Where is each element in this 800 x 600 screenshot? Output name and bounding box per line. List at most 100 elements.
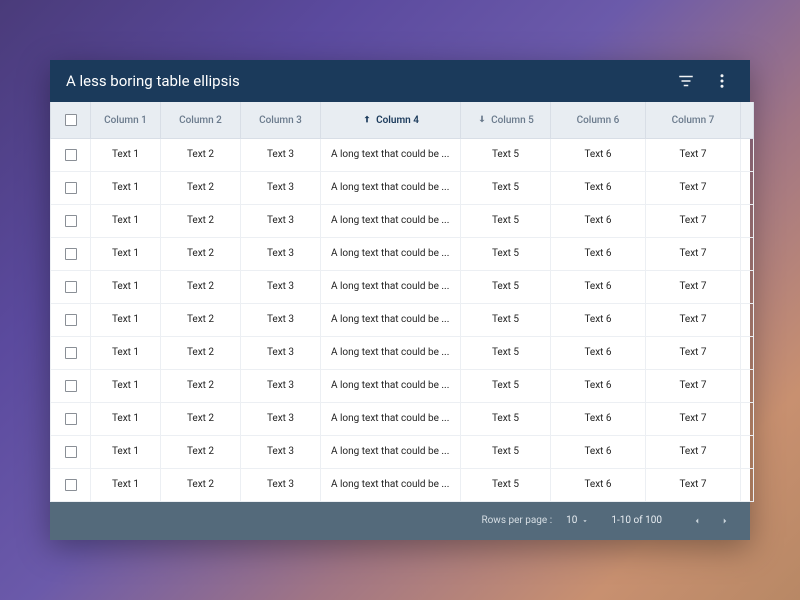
arrow-down-icon [477,114,487,127]
table-cell: Text 7 [646,171,741,204]
row-spacer [741,270,754,303]
table-row[interactable]: Text 1Text 2Text 3A long text that could… [51,171,754,204]
table-cell: Text 3 [241,468,321,501]
column-header-7[interactable]: Column 7 [646,102,741,138]
column-header-3[interactable]: Column 3 [241,102,321,138]
table-cell: Text 2 [161,138,241,171]
column-header-2[interactable]: Column 2 [161,102,241,138]
table-row[interactable]: Text 1Text 2Text 3A long text that could… [51,369,754,402]
row-checkbox-cell [51,336,91,369]
table-row[interactable]: Text 1Text 2Text 3A long text that could… [51,435,754,468]
table-row[interactable]: Text 1Text 2Text 3A long text that could… [51,468,754,501]
table-cell: Text 1 [91,237,161,270]
header-checkbox-cell [51,102,91,138]
table-cell: Text 6 [551,303,646,336]
row-spacer [741,171,754,204]
table-cell: A long text that could be ... [321,138,461,171]
table-cell: Text 6 [551,237,646,270]
more-vert-icon[interactable] [710,69,734,93]
row-checkbox[interactable] [65,182,77,194]
row-checkbox-cell [51,303,91,336]
table-cell: A long text that could be ... [321,303,461,336]
table-cell: Text 6 [551,336,646,369]
filter-icon[interactable] [674,69,698,93]
row-checkbox[interactable] [65,281,77,293]
table-cell: Text 2 [161,204,241,237]
row-checkbox-cell [51,402,91,435]
table-cell: Text 1 [91,303,161,336]
table-cell: Text 7 [646,369,741,402]
table-cell: Text 1 [91,270,161,303]
row-checkbox-cell [51,369,91,402]
table-cell: Text 3 [241,402,321,435]
row-checkbox[interactable] [65,314,77,326]
row-spacer [741,336,754,369]
table-cell: A long text that could be ... [321,468,461,501]
rows-per-page-select[interactable]: 10 [566,515,589,526]
row-checkbox-cell [51,270,91,303]
table-cell: A long text that could be ... [321,336,461,369]
table-cell: Text 5 [461,336,551,369]
row-checkbox[interactable] [65,479,77,491]
table-cell: Text 6 [551,468,646,501]
table-cell: Text 1 [91,138,161,171]
table-cell: Text 3 [241,270,321,303]
column-header-1[interactable]: Column 1 [91,102,161,138]
row-checkbox[interactable] [65,215,77,227]
table-cell: Text 3 [241,435,321,468]
row-checkbox-cell [51,171,91,204]
chevron-right-icon [720,516,730,526]
table-cell: Text 3 [241,204,321,237]
prev-page-button[interactable] [686,510,708,532]
row-checkbox[interactable] [65,347,77,359]
table-cell: Text 5 [461,468,551,501]
table-cell: Text 3 [241,303,321,336]
row-spacer [741,468,754,501]
table-cell: Text 6 [551,138,646,171]
row-checkbox[interactable] [65,446,77,458]
pagination-range: 1-10 of 100 [611,515,662,526]
row-checkbox[interactable] [65,248,77,260]
table-cell: Text 2 [161,171,241,204]
table-head: Column 1 Column 2 Column 3 Column 4 Colu… [51,102,754,138]
table-row[interactable]: Text 1Text 2Text 3A long text that could… [51,204,754,237]
table-cell: Text 3 [241,336,321,369]
table-row[interactable]: Text 1Text 2Text 3A long text that could… [51,138,754,171]
column-header-5[interactable]: Column 5 [461,102,551,138]
next-page-button[interactable] [714,510,736,532]
table-cell: Text 1 [91,204,161,237]
table-cell: Text 2 [161,468,241,501]
table-cell: Text 2 [161,435,241,468]
row-checkbox-cell [51,237,91,270]
arrow-up-icon [362,114,372,127]
table-cell: A long text that could be ... [321,171,461,204]
table-cell: Text 1 [91,402,161,435]
table-row[interactable]: Text 1Text 2Text 3A long text that could… [51,402,754,435]
caret-down-icon [581,517,589,525]
row-checkbox-cell [51,138,91,171]
table-cell: Text 3 [241,369,321,402]
row-checkbox[interactable] [65,149,77,161]
table-cell: Text 3 [241,171,321,204]
row-spacer [741,237,754,270]
row-checkbox[interactable] [65,413,77,425]
select-all-checkbox[interactable] [65,114,77,126]
column-header-4[interactable]: Column 4 [321,102,461,138]
table-cell: Text 5 [461,237,551,270]
column-header-6[interactable]: Column 6 [551,102,646,138]
table-cell: Text 3 [241,138,321,171]
table-cell: Text 5 [461,204,551,237]
table-row[interactable]: Text 1Text 2Text 3A long text that could… [51,336,754,369]
row-checkbox[interactable] [65,380,77,392]
table-cell: Text 3 [241,237,321,270]
table-cell: Text 5 [461,171,551,204]
table-cell: Text 7 [646,435,741,468]
table-row[interactable]: Text 1Text 2Text 3A long text that could… [51,303,754,336]
table-cell: A long text that could be ... [321,204,461,237]
table-cell: Text 1 [91,369,161,402]
table-cell: Text 2 [161,270,241,303]
table-cell: Text 7 [646,138,741,171]
row-checkbox-cell [51,204,91,237]
table-row[interactable]: Text 1Text 2Text 3A long text that could… [51,270,754,303]
table-row[interactable]: Text 1Text 2Text 3A long text that could… [51,237,754,270]
